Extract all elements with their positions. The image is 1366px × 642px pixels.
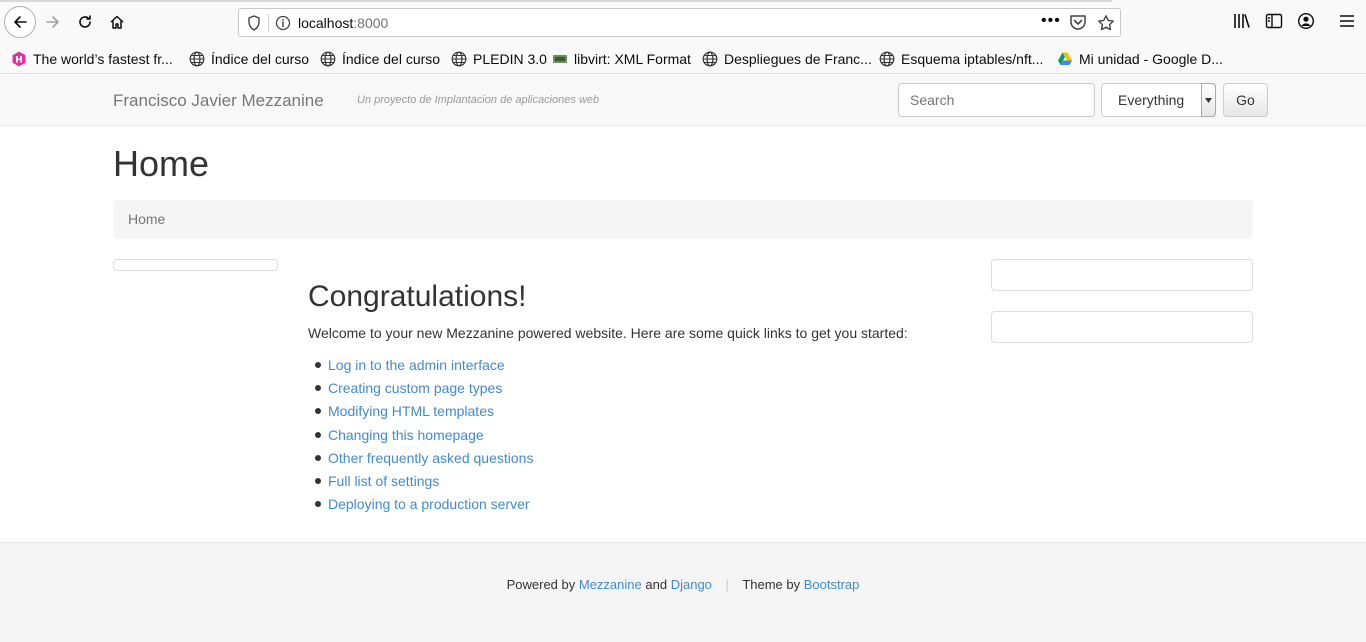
arrow-right-icon: [46, 16, 59, 28]
bookmark-label: Índice del curso: [342, 51, 441, 67]
quick-link[interactable]: Changing this homepage: [328, 427, 484, 443]
list-item: Log in to the admin interface: [308, 355, 533, 378]
url-text[interactable]: localhost:8000: [298, 15, 388, 31]
site-navbar: Francisco Javier Mezzanine Un proyecto d…: [0, 75, 1366, 126]
site-info-icon[interactable]: [275, 15, 291, 36]
footer-credits: Powered by Mezzanine and Django | Theme …: [0, 577, 1366, 592]
bookmark-label: The world’s fastest fr...: [33, 51, 173, 67]
url-port: :8000: [353, 15, 389, 31]
library-icon[interactable]: [1233, 12, 1251, 35]
arrow-left-icon: [14, 16, 27, 28]
home-icon: [110, 15, 124, 29]
tracking-shield-icon[interactable]: [247, 15, 261, 36]
bookmark-item[interactable]: Esquema iptables/nft...: [879, 50, 1043, 68]
bookmark-item[interactable]: Índice del curso: [189, 50, 309, 68]
hamburger-menu-icon[interactable]: [1338, 12, 1356, 35]
bookmark-label: PLEDIN 3.0: [473, 51, 547, 67]
bookmark-label: libvirt: XML Format: [574, 51, 691, 67]
url-bar[interactable]: localhost:8000 •••: [238, 8, 1121, 37]
bookmark-label: Índice del curso: [211, 51, 310, 67]
bookmarks-toolbar: H The world’s fastest fr... Índice del c…: [0, 44, 1366, 74]
quick-links-list: Log in to the admin interface Creating c…: [308, 355, 533, 517]
quick-link[interactable]: Other frequently asked questions: [328, 450, 533, 466]
site-brand[interactable]: Francisco Javier Mezzanine: [113, 91, 324, 111]
quick-link[interactable]: Modifying HTML templates: [328, 403, 494, 419]
bookmark-item[interactable]: PLEDIN 3.0: [451, 50, 547, 68]
urlbar-separator: [268, 14, 269, 32]
site-footer: Powered by Mezzanine and Django | Theme …: [0, 542, 1366, 642]
pocket-icon[interactable]: [1069, 14, 1087, 36]
bookmark-label: Esquema iptables/nft...: [901, 51, 1044, 67]
bookmark-label: Despliegues de Franc...: [724, 51, 872, 67]
hasura-icon: H: [11, 51, 27, 67]
quick-link[interactable]: Full list of settings: [328, 473, 439, 489]
list-item: Modifying HTML templates: [308, 401, 533, 424]
django-link[interactable]: Django: [671, 577, 712, 592]
sidebar-toggle-icon[interactable]: [1265, 12, 1283, 35]
globe-icon: [320, 51, 336, 67]
search-go-button[interactable]: Go: [1223, 83, 1268, 117]
bookmark-star-icon[interactable]: [1097, 14, 1115, 37]
site-tagline: Un proyecto de Implantacion de aplicacio…: [357, 94, 600, 106]
search-scope-select[interactable]: Everything: [1101, 83, 1216, 117]
list-item: Creating custom page types: [308, 378, 533, 401]
bookmark-item[interactable]: H The world’s fastest fr...: [11, 50, 173, 68]
home-button[interactable]: [102, 7, 132, 37]
globe-icon: [189, 51, 205, 67]
back-button[interactable]: [4, 6, 36, 38]
globe-icon: [451, 51, 467, 67]
breadcrumb-item: Home: [128, 211, 166, 227]
quick-link[interactable]: Log in to the admin interface: [328, 357, 505, 373]
browser-toolbar: localhost:8000 •••: [0, 0, 1366, 44]
globe-icon: [879, 51, 895, 67]
search-scope-value: Everything: [1118, 92, 1185, 108]
page-title: Home: [113, 143, 210, 184]
list-item: Deploying to a production server: [308, 494, 533, 517]
right-sidebar-panel: [991, 311, 1253, 343]
bookmark-item[interactable]: libvirt: XML Format: [552, 50, 691, 68]
bookmark-label: Mi unidad - Google D...: [1079, 51, 1223, 67]
account-icon[interactable]: [1297, 12, 1315, 35]
breadcrumb: Home: [113, 200, 1253, 239]
page-load-progress: [0, 0, 1112, 2]
search-input[interactable]: [898, 83, 1095, 117]
footer-powered-by: Powered by: [506, 577, 576, 592]
mezzanine-link[interactable]: Mezzanine: [579, 577, 642, 592]
list-item: Other frequently asked questions: [308, 448, 533, 471]
svg-text:H: H: [15, 56, 23, 66]
bootstrap-link[interactable]: Bootstrap: [804, 577, 860, 592]
quick-link[interactable]: Deploying to a production server: [328, 496, 530, 512]
intro-text: Welcome to your new Mezzanine powered we…: [308, 325, 908, 341]
list-item: Changing this homepage: [308, 425, 533, 448]
globe-icon: [702, 51, 718, 67]
page-actions-menu-icon[interactable]: •••: [1041, 12, 1061, 30]
right-sidebar-panel: [991, 259, 1253, 291]
google-drive-icon: [1057, 51, 1073, 67]
bookmark-item[interactable]: Despliegues de Franc...: [702, 50, 872, 68]
footer-and: and: [645, 577, 668, 592]
quick-link[interactable]: Creating custom page types: [328, 380, 502, 396]
reload-icon: [79, 15, 91, 28]
footer-theme-by: Theme by: [742, 577, 801, 592]
bookmark-item[interactable]: Índice del curso: [320, 50, 440, 68]
url-host: localhost: [298, 15, 354, 31]
left-nav-panel: [113, 259, 278, 271]
chevron-down-icon[interactable]: [1201, 83, 1216, 117]
footer-divider: |: [725, 577, 729, 592]
reload-button[interactable]: [70, 7, 100, 37]
content-heading: Congratulations!: [308, 280, 527, 313]
bookmark-item[interactable]: Mi unidad - Google D...: [1057, 50, 1223, 68]
list-item: Full list of settings: [308, 471, 533, 494]
libvirt-icon: [552, 51, 568, 67]
forward-button[interactable]: [38, 7, 68, 37]
